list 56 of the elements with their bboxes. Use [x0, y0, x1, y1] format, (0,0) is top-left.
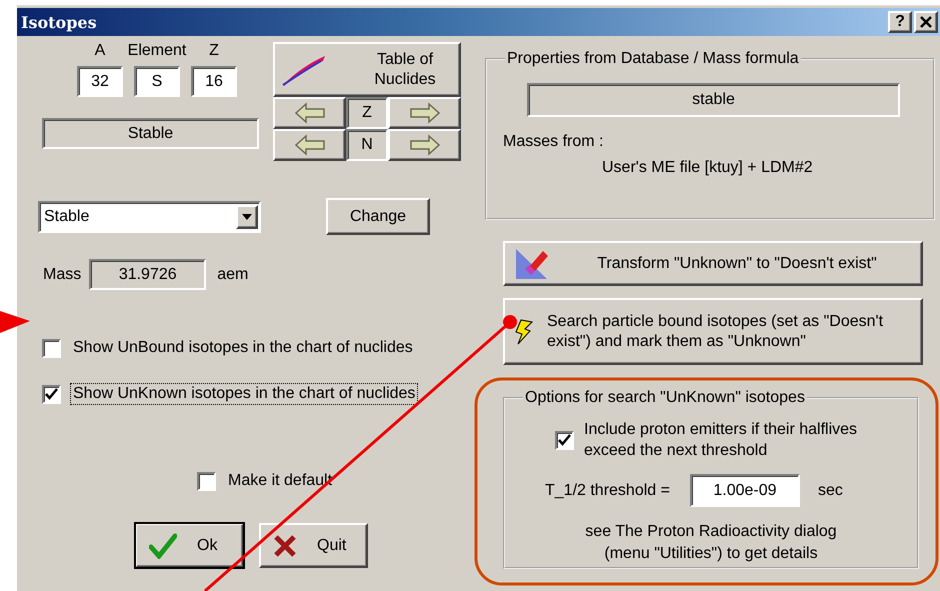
group-title: Properties from Database / Mass formula	[506, 50, 800, 68]
search-button[interactable]: Search particle bound isotopes (set as "Doesn't exist") and mark them as "Unknown"	[503, 298, 923, 365]
lightning-icon	[515, 318, 533, 344]
checkbox-label: Show UnKnown isotopes in the chart of nuclides	[70, 383, 418, 405]
table-of-nuclides-button[interactable]: Table of Nuclides	[273, 42, 461, 97]
check-mark-icon	[558, 434, 571, 446]
check-mark-icon	[45, 388, 58, 400]
left-arrow-icon	[294, 134, 324, 156]
input-field[interactable]: 16	[191, 66, 237, 97]
checkbox[interactable]	[42, 384, 61, 404]
threshold-label: T_1/2 threshold =	[545, 482, 670, 500]
field-label: Element	[128, 42, 186, 60]
window-title: Isotopes	[21, 12, 97, 32]
previous-button[interactable]	[273, 129, 346, 161]
help-button[interactable]: ?	[888, 11, 912, 33]
mass-label: Mass	[43, 266, 82, 284]
field-label: Z	[209, 42, 219, 60]
input-field[interactable]: S	[134, 66, 180, 97]
cross-icon	[273, 534, 297, 558]
close-icon	[920, 16, 932, 28]
check-icon	[149, 532, 177, 558]
eraser-icon	[515, 246, 549, 280]
threshold-unit: sec	[818, 482, 843, 500]
decay-dropdown[interactable]: Stable	[38, 200, 261, 232]
next-button[interactable]	[388, 129, 461, 161]
next-button[interactable]	[388, 97, 461, 129]
checkbox[interactable]	[197, 472, 216, 490]
status-display: Stable	[42, 118, 259, 149]
quit-button[interactable]: Quit	[259, 523, 368, 568]
help-note: see The Proton Radioactivity dialog	[584, 522, 838, 542]
checkbox-label: Show UnBound isotopes in the chart of nuclides	[72, 338, 414, 358]
dropdown-caret-icon	[242, 214, 252, 220]
checkbox-label: Include proton emitters if their halflives exceed the next threshold	[584, 420, 858, 461]
right-arrow-icon	[410, 102, 440, 124]
help-note: (menu "Utilities") to get details	[603, 544, 819, 564]
annotation-arrow	[0, 311, 30, 333]
field-label: A	[94, 42, 106, 60]
masses-source: User's ME file [ktuy] + LDM#2	[602, 159, 813, 177]
input-field[interactable]: 32	[77, 66, 123, 97]
close-button[interactable]	[914, 11, 938, 33]
previous-button[interactable]	[273, 97, 346, 129]
right-arrow-icon	[410, 134, 440, 156]
ok-button[interactable]: Ok	[135, 523, 244, 568]
threshold-field[interactable]: 1.00e-09	[690, 474, 800, 507]
axis-label: N	[346, 129, 388, 161]
status-display: stable	[527, 83, 900, 117]
checkbox[interactable]	[42, 338, 61, 358]
mass-field: 31.9726	[89, 259, 206, 290]
left-arrow-icon	[294, 102, 324, 124]
transform-button[interactable]: Transform "Unknown" to "Doesn't exist"	[503, 241, 923, 286]
checkbox[interactable]	[555, 430, 574, 450]
masses-label: Masses from :	[503, 133, 604, 151]
group-title: Options for search "UnKnown" isotopes	[524, 389, 806, 407]
axis-label: Z	[346, 97, 388, 129]
mass-unit: aem	[217, 266, 248, 284]
change-button[interactable]: Change	[326, 198, 430, 235]
